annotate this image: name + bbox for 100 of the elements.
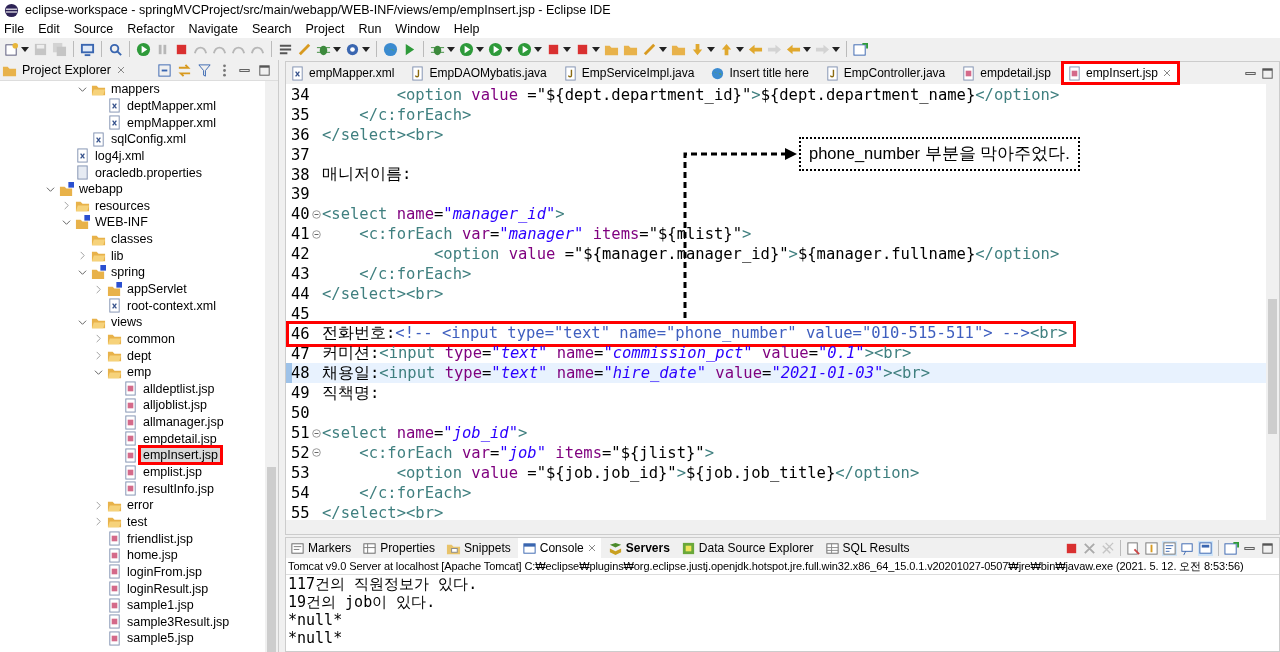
scrollbar-thumb[interactable] (267, 467, 276, 652)
fold-icon[interactable] (312, 448, 321, 458)
tree-item[interactable]: log4j.xml (93, 148, 147, 163)
caret-icon[interactable] (832, 46, 840, 52)
tree-item[interactable]: emplist.jsp (141, 465, 205, 480)
menu-item[interactable]: Edit (38, 22, 60, 36)
play-icon[interactable] (488, 41, 503, 57)
tree-item[interactable]: allmanager.jsp (141, 415, 226, 430)
tree-item[interactable]: sample5.jsp (125, 631, 196, 646)
menu-item[interactable]: Run (358, 22, 382, 36)
word-wrap-icon[interactable] (1162, 540, 1177, 556)
collapsed-chevron-icon[interactable] (93, 500, 103, 510)
view-tab[interactable]: Properties (358, 538, 440, 558)
caret-icon[interactable] (447, 46, 455, 52)
editor-tab[interactable]: empMapper.xml (286, 63, 401, 83)
editor-tab[interactable]: empdetail.jsp (957, 63, 1057, 83)
tree-item[interactable]: appServlet (125, 282, 189, 296)
expanded-chevron-icon[interactable] (77, 317, 87, 327)
collapsed-chevron-icon[interactable] (93, 517, 103, 527)
collapsed-chevron-icon[interactable] (93, 284, 103, 294)
tree-item[interactable]: views (109, 315, 145, 330)
tree-item[interactable]: loginResult.jsp (125, 581, 211, 596)
tree-item[interactable]: resources (93, 198, 152, 213)
expanded-chevron-icon[interactable] (45, 184, 55, 194)
collapsed-chevron-icon[interactable] (77, 251, 87, 261)
tree-item[interactable]: dept (125, 348, 154, 363)
menu-item[interactable]: Source (73, 22, 114, 36)
expanded-chevron-icon[interactable] (77, 84, 87, 94)
play-icon[interactable] (459, 41, 474, 57)
tree-item[interactable]: common (125, 331, 177, 346)
tree-item[interactable]: deptMapper.xml (125, 98, 218, 113)
fold-icon[interactable] (312, 229, 321, 239)
tree-item[interactable]: friendlist.jsp (125, 531, 195, 546)
caret-icon[interactable] (534, 46, 542, 52)
caret-icon[interactable] (707, 46, 715, 52)
filter-icon[interactable] (197, 62, 212, 78)
caret-icon[interactable] (803, 46, 811, 52)
tree-item[interactable]: mappers (109, 82, 162, 97)
clear-console-icon[interactable] (1126, 540, 1141, 556)
horizontal-scrollbar[interactable] (286, 520, 1279, 534)
open-perspective-icon[interactable] (853, 41, 868, 57)
tree-item[interactable]: home.jsp (125, 548, 180, 563)
scroll-lock-icon[interactable] (1144, 540, 1159, 556)
tree-item[interactable]: alljoblist.jsp (141, 398, 209, 413)
globe-icon[interactable] (383, 41, 398, 57)
collapsed-chevron-icon[interactable] (93, 334, 103, 344)
maximize-icon[interactable] (257, 62, 272, 78)
caret-icon[interactable] (736, 46, 744, 52)
caret-icon[interactable] (505, 46, 513, 52)
open-console-icon[interactable] (1224, 540, 1239, 556)
view-tab[interactable]: Data Source Explorer (676, 538, 818, 558)
play-icon[interactable] (136, 41, 151, 57)
pin-icon[interactable] (1180, 540, 1195, 556)
maximize-icon[interactable] (1260, 65, 1275, 81)
tree-item[interactable]: spring (109, 265, 148, 280)
menu-item[interactable]: Refactor (127, 22, 175, 36)
menu-item[interactable]: File (4, 22, 25, 36)
tree-item[interactable]: webapp (77, 182, 125, 197)
tree-item[interactable]: test (125, 514, 150, 529)
menu-item[interactable]: Navigate (188, 22, 238, 36)
remove-icon[interactable] (1082, 540, 1097, 556)
tree-item[interactable]: sample1.jsp (125, 598, 196, 613)
close-icon[interactable] (1162, 68, 1172, 78)
menu-item[interactable]: Search (251, 22, 292, 36)
tree-item[interactable]: empdetail.jsp (141, 431, 219, 446)
tree-item[interactable]: resultInfo.jsp (141, 481, 216, 496)
close-icon[interactable] (115, 65, 126, 75)
search-icon[interactable] (108, 41, 123, 57)
close-icon[interactable] (586, 543, 597, 553)
maximize-icon[interactable] (1260, 540, 1275, 556)
link-icon[interactable] (177, 62, 192, 78)
editor-tab[interactable]: EmpDAOMybatis.java (406, 63, 553, 83)
tree-item[interactable]: lib (109, 248, 126, 263)
fold-icon[interactable] (312, 209, 321, 219)
menu-item[interactable]: Help (453, 22, 480, 36)
menu-item[interactable]: Project (305, 22, 345, 36)
gear-icon[interactable] (345, 41, 360, 57)
collapsed-chevron-icon[interactable] (93, 351, 103, 361)
display-console-icon[interactable] (1198, 540, 1213, 556)
tree-item[interactable]: root-context.xml (125, 298, 218, 313)
editor-tab[interactable]: Insert title here (706, 63, 815, 83)
tree-item[interactable]: emp (125, 365, 154, 380)
expanded-chevron-icon[interactable] (61, 217, 71, 227)
view-tab[interactable]: Console (517, 538, 601, 558)
tree-item[interactable]: classes (109, 232, 155, 247)
tree-item[interactable]: empInsert.jsp (141, 448, 221, 463)
tree-item[interactable]: alldeptlist.jsp (141, 381, 217, 396)
scrollbar-thumb[interactable] (1268, 299, 1277, 434)
monitor-icon[interactable] (80, 41, 95, 57)
caret-icon[interactable] (362, 46, 370, 52)
caret-icon[interactable] (592, 46, 600, 52)
caret-icon[interactable] (563, 46, 571, 52)
editor-tab[interactable]: empInsert.jsp (1062, 63, 1178, 83)
play-icon[interactable] (517, 41, 532, 57)
fold-icon[interactable] (312, 428, 321, 438)
collapsed-chevron-icon[interactable] (61, 201, 71, 211)
tree-item[interactable]: oracledb.properties (93, 165, 204, 180)
caret-icon[interactable] (21, 46, 29, 52)
expanded-chevron-icon[interactable] (93, 367, 103, 377)
expanded-chevron-icon[interactable] (77, 267, 87, 277)
